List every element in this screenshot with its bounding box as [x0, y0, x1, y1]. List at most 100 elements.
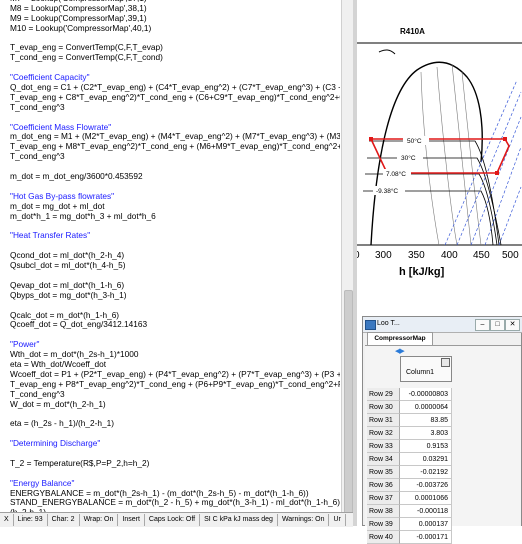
- table-cell[interactable]: 0.0000064: [400, 401, 452, 414]
- lookup-table-grid[interactable]: ◀▶ Column1 Row 29 -0.00000803 Row 30 0.0000…: [365, 345, 521, 544]
- comment-line[interactable]: "Determining Discharge": [10, 439, 340, 449]
- table-row[interactable]: Row 31 83.85: [367, 414, 452, 427]
- close-button[interactable]: ✕: [505, 319, 520, 331]
- equation-line[interactable]: T_evap_eng = ConvertTemp(C,F,T_evap): [10, 43, 340, 53]
- scrollbar-thumb[interactable]: [344, 290, 353, 514]
- equation-line[interactable]: Qbyps_dot = mg_dot*(h_3-h_1): [10, 291, 340, 301]
- row-header[interactable]: Row 40: [367, 531, 400, 544]
- equation-line[interactable]: T_2 = Temperature(R$,P=P_2,h=h_2): [10, 459, 340, 469]
- table-cell[interactable]: -0.00000803: [400, 388, 452, 401]
- equation-line[interactable]: [10, 271, 340, 281]
- equation-line[interactable]: Qcoeff_dot = Q_dot_eng/3412.14163: [10, 320, 340, 330]
- maximize-button[interactable]: □: [490, 319, 505, 331]
- table-cell[interactable]: 0.0001066: [400, 492, 452, 505]
- equation-line[interactable]: Qsubcl_dot = ml_dot*(h_4-h_5): [10, 261, 340, 271]
- equation-line[interactable]: Qcalc_dot = m_dot*(h_1-h_6): [10, 311, 340, 321]
- table-cell[interactable]: -0.003726: [400, 479, 452, 492]
- equation-line[interactable]: T_evap_eng + M8*T_evap_eng^2)*T_cond_eng…: [10, 142, 340, 152]
- equation-line[interactable]: [10, 241, 340, 251]
- table-cell[interactable]: -0.02192: [400, 466, 452, 479]
- minimize-button[interactable]: –: [475, 319, 490, 331]
- equation-line[interactable]: m_dot = m_dot_eng/3600*0.453592: [10, 172, 340, 182]
- equation-line[interactable]: Wth_dot = m_dot*(h_2s-h_1)*1000: [10, 350, 340, 360]
- equation-line[interactable]: Q_dot_eng = C1 + (C2*T_evap_eng) + (C4*T…: [10, 83, 340, 93]
- equation-line[interactable]: Wcoeff_dot = P1 + (P2*T_evap_eng) + (P4*…: [10, 370, 340, 380]
- row-header[interactable]: Row 31: [367, 414, 400, 427]
- table-row[interactable]: Row 30 0.0000064: [367, 401, 452, 414]
- comment-line[interactable]: "Hot Gas By-pass flowrates": [10, 192, 340, 202]
- close-icon[interactable]: X: [0, 514, 14, 526]
- equation-line[interactable]: [10, 162, 340, 172]
- comment-line[interactable]: "Coefficient Capacity": [10, 73, 340, 83]
- row-header[interactable]: Row 30: [367, 401, 400, 414]
- scroll-arrows-icon[interactable]: ◀▶: [395, 347, 405, 355]
- comment-line[interactable]: "Heat Transfer Rates": [10, 231, 340, 241]
- comment-line[interactable]: "Coefficient Mass Flowrate": [10, 123, 340, 133]
- equation-line[interactable]: ENERGYBALANCE = m_dot*(h_2s-h_1) - (m_do…: [10, 489, 340, 499]
- table-row[interactable]: Row 39 0.000137: [367, 518, 452, 531]
- comment-line[interactable]: "Power": [10, 340, 340, 350]
- equation-line[interactable]: [10, 301, 340, 311]
- equation-line[interactable]: [10, 182, 340, 192]
- equation-line[interactable]: M10 = Lookup('CompressorMap',40,1): [10, 24, 340, 34]
- equation-line[interactable]: m_dot = mg_dot + ml_dot: [10, 202, 340, 212]
- status-units[interactable]: SI C kPa kJ mass deg: [200, 514, 278, 526]
- equation-line[interactable]: [10, 429, 340, 439]
- lookup-window-titlebar[interactable]: Loo T... – □ ✕: [363, 317, 522, 333]
- status-unit-check[interactable]: Ur: [329, 514, 346, 526]
- equation-line[interactable]: [10, 63, 340, 73]
- equation-line[interactable]: Qevap_dot = ml_dot*(h_1-h_6): [10, 281, 340, 291]
- row-header[interactable]: Row 39: [367, 518, 400, 531]
- table-row[interactable]: Row 29 -0.00000803: [367, 388, 452, 401]
- table-row[interactable]: Row 36 -0.003726: [367, 479, 452, 492]
- comment-line[interactable]: "Energy Balance": [10, 479, 340, 489]
- equation-line[interactable]: T_cond_eng^3: [10, 152, 340, 162]
- equation-line[interactable]: eta = (h_2s - h_1)/(h_2-h_1): [10, 419, 340, 429]
- table-cell[interactable]: 0.000137: [400, 518, 452, 531]
- row-header[interactable]: Row 33: [367, 440, 400, 453]
- column-menu-icon[interactable]: [441, 358, 450, 367]
- equation-line[interactable]: [10, 449, 340, 459]
- row-header[interactable]: Row 34: [367, 453, 400, 466]
- equation-line[interactable]: STAND_ENERGYBALANCE = m_dot*(h_2 - h_5) …: [10, 498, 340, 508]
- equation-line[interactable]: T_cond_eng^3: [10, 390, 340, 400]
- table-row[interactable]: Row 40 -0.000171: [367, 531, 452, 544]
- table-row[interactable]: Row 37 0.0001066: [367, 492, 452, 505]
- equation-line[interactable]: m_dot*h_1 = mg_dot*h_3 + ml_dot*h_6: [10, 212, 340, 222]
- table-row[interactable]: Row 34 0.03291: [367, 453, 452, 466]
- equation-line[interactable]: [10, 221, 340, 231]
- table-cell[interactable]: -0.000118: [400, 505, 452, 518]
- table-cell[interactable]: 0.9153: [400, 440, 452, 453]
- equation-line[interactable]: T_cond_eng^3: [10, 103, 340, 113]
- row-header[interactable]: Row 38: [367, 505, 400, 518]
- row-header[interactable]: Row 37: [367, 492, 400, 505]
- table-row[interactable]: Row 35 -0.02192: [367, 466, 452, 479]
- table-cell[interactable]: -0.000171: [400, 531, 452, 544]
- table-row[interactable]: Row 38 -0.000118: [367, 505, 452, 518]
- equation-line[interactable]: [10, 113, 340, 123]
- row-header[interactable]: Row 29: [367, 388, 400, 401]
- equations-text[interactable]: M7 = Lookup('CompressorMap',37,1)M8 = Lo…: [10, 0, 340, 512]
- equation-line[interactable]: [10, 330, 340, 340]
- row-header[interactable]: Row 35: [367, 466, 400, 479]
- status-wrap[interactable]: Wrap: On: [80, 514, 119, 526]
- equation-line[interactable]: [10, 469, 340, 479]
- table-row[interactable]: Row 32 3.803: [367, 427, 452, 440]
- column-header[interactable]: Column1: [400, 356, 452, 382]
- row-header[interactable]: Row 32: [367, 427, 400, 440]
- equation-line[interactable]: M8 = Lookup('CompressorMap',38,1): [10, 4, 340, 14]
- table-row[interactable]: Row 33 0.9153: [367, 440, 452, 453]
- equation-line[interactable]: T_evap_eng + C8*T_evap_eng^2)*T_cond_eng…: [10, 93, 340, 103]
- status-warnings[interactable]: Warnings: On: [278, 514, 330, 526]
- equation-line[interactable]: T_evap_eng + P8*T_evap_eng^2)*T_cond_eng…: [10, 380, 340, 390]
- equation-line[interactable]: [10, 34, 340, 44]
- equation-line[interactable]: W_dot = m_dot*(h_2-h_1): [10, 400, 340, 410]
- row-header[interactable]: Row 36: [367, 479, 400, 492]
- status-insert[interactable]: Insert: [118, 514, 145, 526]
- table-cell[interactable]: 83.85: [400, 414, 452, 427]
- tab-compressormap[interactable]: CompressorMap: [367, 332, 433, 345]
- equation-line[interactable]: T_cond_eng = ConvertTemp(C,F,T_cond): [10, 53, 340, 63]
- table-cell[interactable]: 3.803: [400, 427, 452, 440]
- equation-line[interactable]: [10, 409, 340, 419]
- equation-line[interactable]: M9 = Lookup('CompressorMap',39,1): [10, 14, 340, 24]
